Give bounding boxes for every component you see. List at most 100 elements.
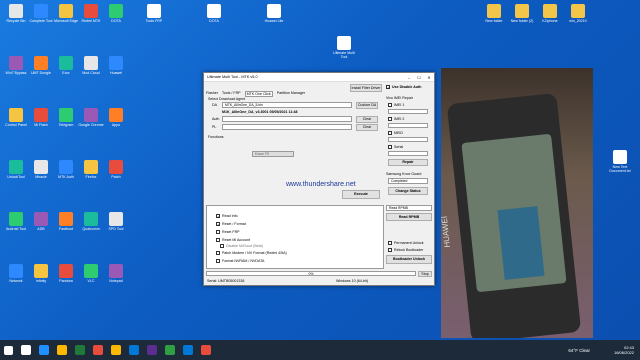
taskbar-app-icon[interactable]: [111, 345, 121, 355]
desktop-icon-label: Mi Flash: [34, 123, 48, 127]
desktop-icon[interactable]: Pandora: [52, 264, 80, 287]
desktop-icon[interactable]: Network: [2, 264, 30, 287]
function-checkbox[interactable]: [216, 222, 220, 227]
desktop-icon[interactable]: ADB: [27, 212, 55, 235]
desktop-icon[interactable]: Complete Tool: [27, 4, 55, 27]
taskbar-app-icon[interactable]: [165, 345, 175, 355]
app-icon: [9, 212, 23, 226]
minimize-icon[interactable]: –: [404, 75, 414, 80]
weather-text[interactable]: 64°F Clear: [568, 348, 590, 353]
execute-button[interactable]: Execute: [342, 190, 380, 199]
desktop-icon-label: Android Tool: [6, 227, 26, 231]
taskbar-app-icon[interactable]: [147, 345, 157, 355]
taskbar-app-icon[interactable]: [21, 345, 31, 355]
taskbar-app-icon[interactable]: [39, 345, 49, 355]
imei1-input[interactable]: [388, 109, 428, 114]
function-checkbox[interactable]: [216, 214, 220, 219]
taskbar-app-icon[interactable]: [129, 345, 139, 355]
app-icon: [34, 264, 48, 278]
desktop-icon[interactable]: Mi Flash: [27, 108, 55, 131]
tab-mtk-one-click[interactable]: MTK One Click: [244, 91, 273, 97]
desktop-icon-label: SPD Tool: [108, 227, 124, 231]
pl-clear-button[interactable]: Clear: [356, 124, 378, 131]
install-filter-driver-button[interactable]: Install Filter Driver: [350, 84, 382, 92]
function-checkbox[interactable]: [216, 251, 220, 255]
pl-input[interactable]: [222, 124, 352, 130]
desktop-icon[interactable]: Notepad: [102, 264, 130, 287]
function-checkbox[interactable]: [220, 244, 224, 248]
serial-checkbox[interactable]: [388, 145, 392, 149]
desktop-icon[interactable]: Miracle: [27, 160, 55, 183]
meid-input[interactable]: [388, 137, 428, 142]
desktop-icon[interactable]: Apps: [102, 108, 130, 131]
serial-input[interactable]: [388, 151, 428, 156]
start-icon[interactable]: [4, 345, 13, 355]
function-checkbox[interactable]: [216, 238, 220, 242]
relock-bootloader-checkbox[interactable]: [388, 248, 392, 252]
rpmb-select[interactable]: Read RPMB: [386, 205, 432, 211]
desktop-icon[interactable]: Fastboot: [52, 212, 80, 235]
permanent-unlock-checkbox[interactable]: [388, 241, 392, 245]
desktop-icon[interactable]: Huawei: [102, 56, 130, 79]
desktop-icon[interactable]: MTK Auth: [52, 160, 80, 183]
maximize-icon[interactable]: ☐: [414, 75, 424, 80]
desktop-icon[interactable]: Patch: [102, 160, 130, 183]
taskbar-app-icon[interactable]: [93, 345, 103, 355]
desktop-icon[interactable]: SPD Tool: [102, 212, 130, 235]
desktop-file-icon[interactable]: Ultimate Multi Tool: [330, 36, 358, 59]
desktop-icon[interactable]: DOTA: [102, 4, 130, 27]
imei1-checkbox[interactable]: [388, 103, 392, 107]
imei2-checkbox[interactable]: [388, 117, 392, 121]
desktop-folder-icon[interactable]: New folder (2): [508, 4, 536, 27]
desktop-icon[interactable]: Firefox: [77, 160, 105, 183]
change-status-button[interactable]: Change Status: [388, 187, 428, 195]
desktop-icon[interactable]: Infinity: [27, 264, 55, 287]
custom-da-button[interactable]: Custom DA: [356, 102, 378, 109]
repair-button[interactable]: Repair: [388, 159, 428, 166]
desktop-file-icon[interactable]: Tools FRP: [140, 4, 168, 27]
desktop-icon[interactable]: UMT Dongle: [27, 56, 55, 79]
function-checkbox[interactable]: [216, 230, 220, 234]
da-select[interactable]: MTK_AllInOne_DA_5.bin: [222, 102, 352, 108]
desktop-icon[interactable]: VLC: [77, 264, 105, 287]
desktop-folder-icon[interactable]: New folder: [480, 4, 508, 27]
format-option-select[interactable]: Erase FS: [252, 151, 294, 157]
desktop-icon[interactable]: Android Tool: [2, 212, 30, 235]
desktop-icon[interactable]: Exor: [52, 56, 80, 79]
function-checkbox[interactable]: [216, 259, 220, 263]
desktop-icon[interactable]: Control Panel: [2, 108, 30, 131]
desktop-icon[interactable]: Google Chrome: [77, 108, 105, 131]
taskbar-app-icon[interactable]: [75, 345, 85, 355]
desktop-icon[interactable]: Win7 Bypass: [2, 56, 30, 79]
meid-checkbox[interactable]: [388, 131, 392, 135]
taskbar-app-icon[interactable]: [57, 345, 67, 355]
desktop-icon[interactable]: Microsoft Edge: [52, 4, 80, 27]
close-icon[interactable]: ✕: [424, 75, 434, 80]
desktop-file-icon[interactable]: Huawei Lite: [260, 4, 288, 27]
desktop-icon[interactable]: UnlockTool: [2, 160, 30, 183]
auth-input[interactable]: [222, 116, 352, 122]
desktop-text-file-icon[interactable]: New Text Document.txt: [606, 150, 634, 173]
desktop-icon[interactable]: Mod Cloud: [77, 56, 105, 79]
taskbar-app-icon[interactable]: [183, 345, 193, 355]
knox-select[interactable]: Completed: [388, 178, 428, 184]
imei2-input[interactable]: [388, 123, 428, 128]
serial-label: Serial: [394, 145, 404, 149]
desktop-icon[interactable]: Telegram: [52, 108, 80, 131]
desktop-icon[interactable]: Recycle Bin: [2, 4, 30, 27]
app-icon: [59, 108, 73, 122]
desktop-icon[interactable]: Redmi MTK: [77, 4, 105, 27]
stop-button[interactable]: Stop: [418, 271, 432, 277]
app-icon: [109, 160, 123, 174]
clock[interactable]: 02:43 16/06/2022: [614, 345, 634, 355]
use-disable-auth-checkbox[interactable]: [386, 85, 390, 90]
auth-clear-button[interactable]: Clear: [356, 116, 378, 123]
desktop-folder-icon[interactable]: win_20210: [564, 4, 592, 27]
tab-partition-manager[interactable]: Partition Manager: [277, 91, 305, 97]
read-rpmb-button[interactable]: Read RPMB: [386, 213, 432, 221]
desktop-icon[interactable]: Qualcomm: [77, 212, 105, 235]
bootloader-unlock-button[interactable]: Bootloader Unlock: [386, 255, 432, 264]
desktop-file-icon[interactable]: DOTA: [200, 4, 228, 27]
desktop-folder-icon[interactable]: K2iphone: [536, 4, 564, 27]
taskbar-app-icon[interactable]: [201, 345, 211, 355]
